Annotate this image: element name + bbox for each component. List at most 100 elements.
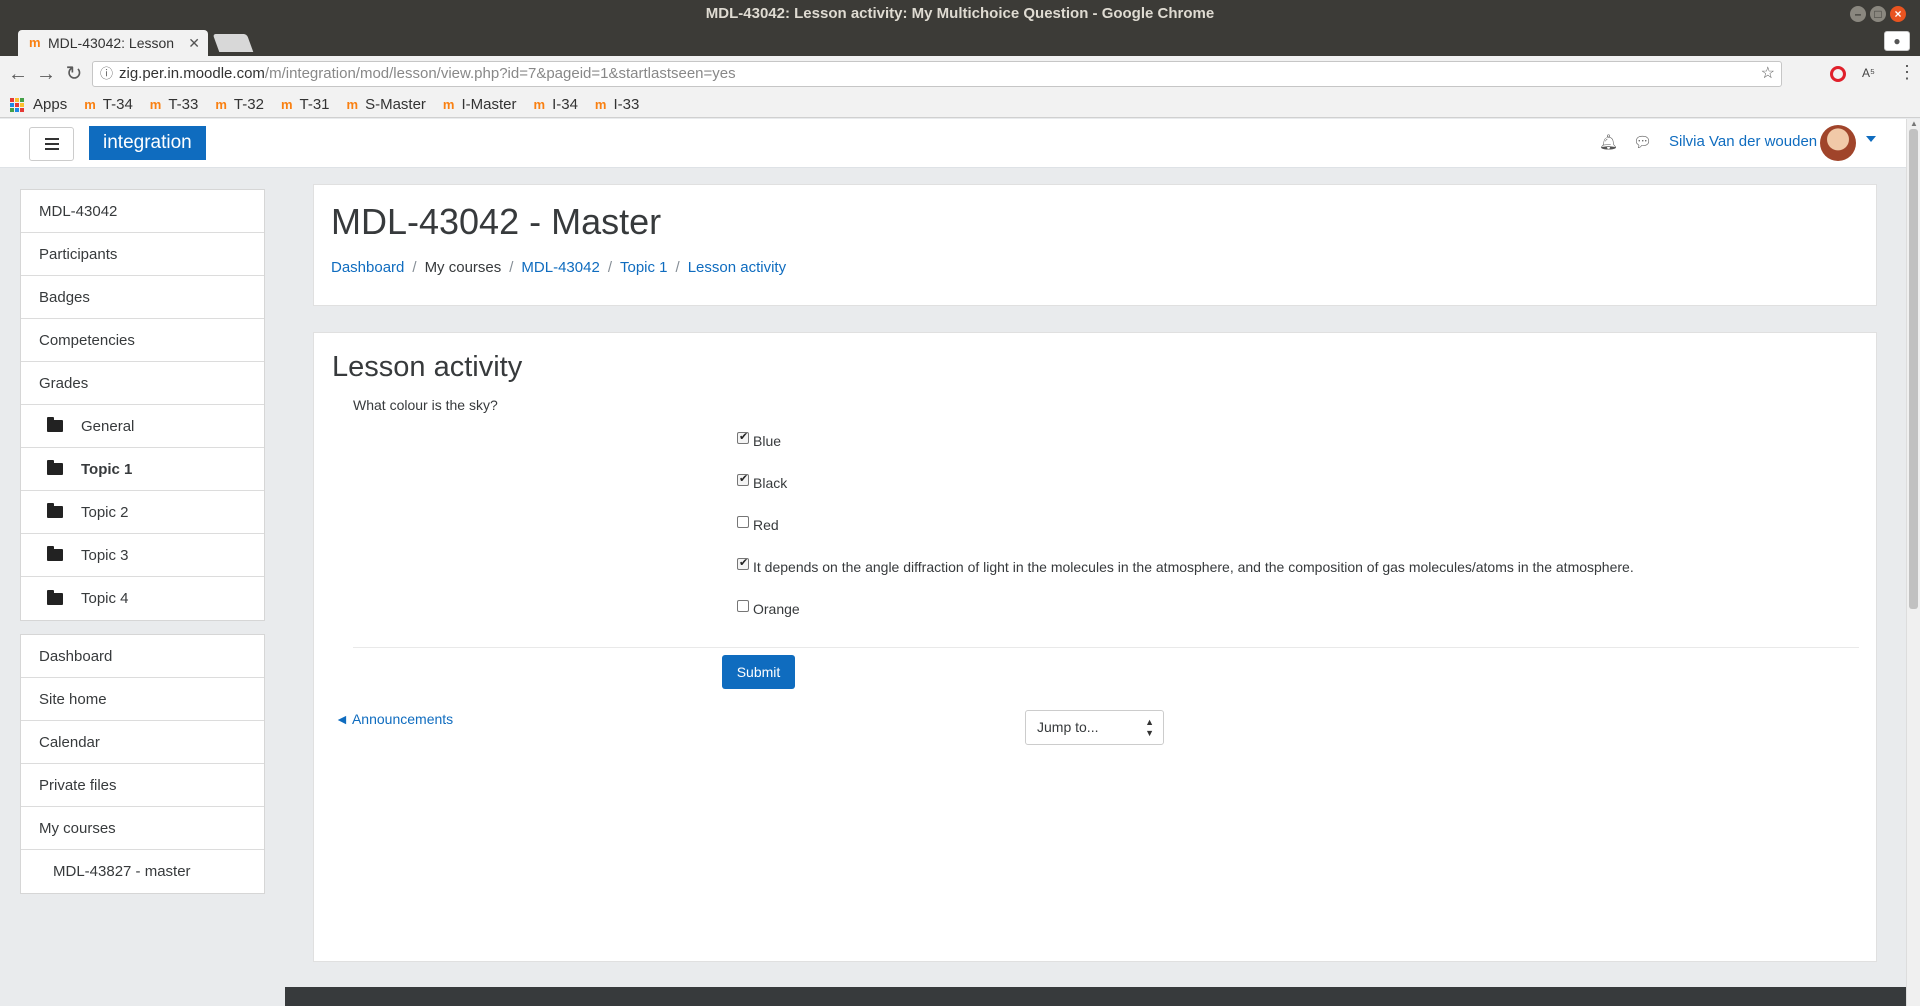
answer-checkbox[interactable] [737, 430, 749, 444]
nav-item-section-topic-2[interactable]: Topic 2 [21, 491, 264, 534]
answer-option[interactable]: It depends on the angle diffraction of l… [737, 556, 1634, 575]
opera-extension-icon[interactable] [1830, 66, 1846, 82]
nav-item-section-general[interactable]: General [21, 405, 264, 448]
site-navbar: integration 🔔︎ 💬︎ Silvia Van der wouden [0, 119, 1906, 168]
previous-activity-link[interactable]: ◄ Announcements [335, 711, 453, 727]
nav-item-calendar[interactable]: Calendar [21, 721, 264, 764]
nav-item-competencies[interactable]: Competencies [21, 319, 264, 362]
browser-toolbar: ← → ↻ ⓘ zig.per.in.moodle.com/m/integrat… [0, 56, 1920, 92]
answer-option[interactable]: Blue [737, 430, 781, 449]
page-title: MDL-43042 - Master [331, 201, 662, 242]
nav-item-participants[interactable]: Participants [21, 233, 264, 276]
breadcrumb-activity[interactable]: Lesson activity [688, 259, 786, 276]
bookmark-label: I-34 [552, 96, 578, 113]
submit-button[interactable]: Submit [722, 655, 795, 689]
answer-label: It depends on the angle diffraction of l… [753, 559, 1634, 575]
chrome-menu-icon[interactable]: ⋮ [1898, 62, 1916, 83]
moodle-bookmark-icon: m [594, 97, 607, 112]
bookmark-apps[interactable]: Apps [10, 96, 67, 113]
bookmark-label: Apps [33, 96, 68, 113]
bookmark-item[interactable]: m T-31 [281, 96, 330, 113]
select-arrows-icon: ▲ ▼ [1145, 717, 1154, 738]
bookmark-label: I-Master [461, 96, 517, 113]
page-scrollbar[interactable]: ▲ [1906, 119, 1920, 1006]
answer-option[interactable]: Orange [737, 600, 800, 617]
breadcrumb: Dashboard / My courses / MDL-43042 / Top… [331, 259, 786, 276]
reload-icon[interactable]: ↻ [62, 62, 86, 86]
breadcrumb-separator: / [412, 259, 417, 276]
minimize-icon[interactable]: – [1850, 6, 1866, 22]
nav-item-course[interactable]: MDL-43042 [21, 190, 264, 233]
answer-checkbox[interactable] [737, 472, 749, 486]
translate-extension-icon[interactable]: A⁵ [1862, 66, 1875, 80]
bookmark-item[interactable]: m I-33 [595, 96, 639, 113]
nav-item-site-home[interactable]: Site home [21, 678, 264, 721]
scroll-up-icon[interactable]: ▲ [1910, 119, 1918, 128]
breadcrumb-dashboard[interactable]: Dashboard [331, 259, 404, 276]
bookmarks-bar: Apps m T-34 m T-33 m T-32 m T-31 m S-Master m… [0, 92, 1920, 118]
maximize-icon[interactable]: □ [1870, 6, 1886, 22]
bookmark-star-icon[interactable]: ☆ [1761, 62, 1775, 86]
user-menu-caret-icon[interactable] [1866, 136, 1876, 142]
moodle-bookmark-icon: m [149, 97, 162, 112]
jump-to-select[interactable]: Jump to... ▲ ▼ [1025, 710, 1164, 745]
answer-checkbox[interactable] [737, 600, 749, 612]
scrollbar-thumb[interactable] [1909, 129, 1918, 609]
nav-item-course-mdl-43827[interactable]: MDL-43827 - master [21, 850, 264, 893]
drawer-toggle-button[interactable] [29, 127, 74, 161]
breadcrumb-separator: / [509, 259, 514, 276]
answer-checkbox[interactable] [737, 556, 749, 570]
address-bar[interactable]: ⓘ zig.per.in.moodle.com/m/integration/mo… [92, 61, 1782, 87]
browser-tab-active[interactable]: m MDL-43042: Lesson ✕ [18, 30, 208, 56]
tab-close-icon[interactable]: ✕ [188, 30, 200, 56]
nav-item-dashboard[interactable]: Dashboard [21, 635, 264, 678]
bookmark-label: T-33 [168, 96, 199, 113]
avatar[interactable] [1820, 125, 1856, 161]
site-nav-block: Dashboard Site home Calendar Private fil… [20, 634, 265, 894]
answer-option[interactable]: Red [737, 516, 779, 533]
window-controls: – □ × [1850, 6, 1906, 22]
nav-drawer: MDL-43042 Participants Badges Competenci… [0, 168, 285, 1006]
moodle-bookmark-icon: m [215, 97, 227, 112]
breadcrumb-my-courses: My courses [424, 259, 502, 276]
bookmark-item[interactable]: m S-Master [347, 96, 426, 113]
nav-item-label: Grades [39, 374, 89, 392]
course-nav-block: MDL-43042 Participants Badges Competenci… [20, 189, 265, 621]
nav-item-section-topic-3[interactable]: Topic 3 [21, 534, 264, 577]
nav-item-grades[interactable]: Grades [21, 362, 264, 405]
site-brand-link[interactable]: integration [89, 126, 206, 160]
answer-checkbox[interactable] [737, 516, 749, 528]
nav-item-section-topic-1[interactable]: Topic 1 [21, 448, 264, 491]
nav-item-my-courses[interactable]: My courses [21, 807, 264, 850]
notifications-bell-icon[interactable]: 🔔︎ [1599, 133, 1618, 151]
back-arrow-icon[interactable]: ← [6, 62, 30, 86]
site-info-icon[interactable]: ⓘ [100, 62, 113, 86]
user-menu-name[interactable]: Silvia Van der wouden [1669, 133, 1817, 150]
messages-chat-icon[interactable]: 💬︎ [1633, 133, 1652, 151]
bookmark-label: I-33 [613, 96, 640, 113]
profile-icon[interactable]: ● [1884, 31, 1910, 51]
bookmark-item[interactable]: m T-32 [215, 96, 264, 113]
new-tab-button[interactable] [212, 34, 254, 52]
bookmark-item[interactable]: m I-34 [534, 96, 578, 113]
window-title-bar: MDL-43042: Lesson activity: My Multichoi… [0, 0, 1920, 28]
bookmark-item[interactable]: m I-Master [443, 96, 517, 113]
bookmark-label: T-31 [299, 96, 330, 113]
window-title: MDL-43042: Lesson activity: My Multichoi… [705, 5, 1215, 22]
bookmark-item[interactable]: m T-34 [84, 96, 133, 113]
folder-icon [47, 460, 63, 475]
breadcrumb-topic[interactable]: Topic 1 [620, 259, 668, 276]
breadcrumb-course[interactable]: MDL-43042 [521, 259, 599, 276]
nav-item-label: General [81, 417, 135, 435]
bookmark-item[interactable]: m T-33 [150, 96, 199, 113]
nav-item-section-topic-4[interactable]: Topic 4 [21, 577, 264, 620]
answer-option[interactable]: Black [737, 472, 787, 491]
page-footer [285, 987, 1906, 1006]
close-window-icon[interactable]: × [1890, 6, 1906, 22]
bookmark-label: T-32 [233, 96, 264, 113]
apps-grid-icon [10, 97, 24, 112]
forward-arrow-icon[interactable]: → [34, 62, 58, 86]
nav-item-private-files[interactable]: Private files [21, 764, 264, 807]
nav-item-badges[interactable]: Badges [21, 276, 264, 319]
bookmark-label: T-34 [102, 96, 133, 113]
